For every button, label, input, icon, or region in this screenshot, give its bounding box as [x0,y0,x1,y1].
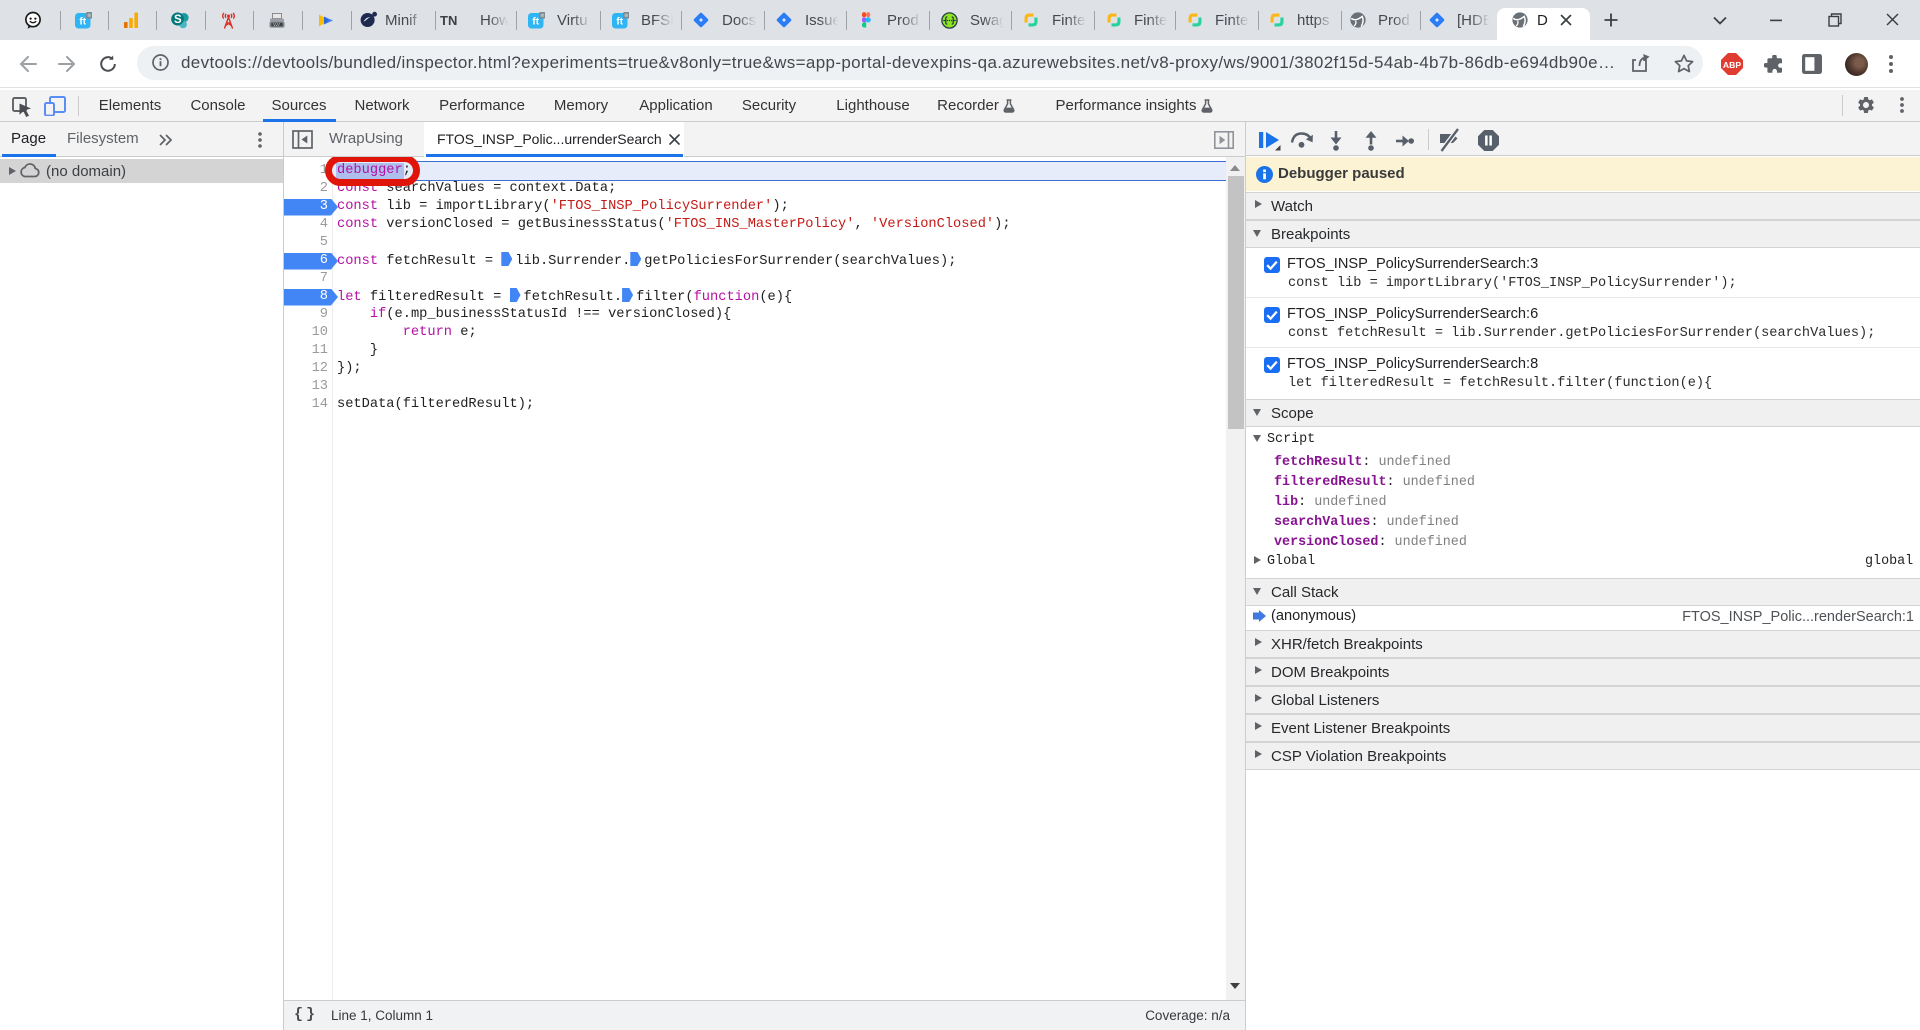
svg-text:S: S [174,14,182,26]
svg-text:ABP: ABP [1723,60,1741,70]
svg-text:ft: ft [532,16,539,27]
svg-text:ft: ft [616,16,623,27]
svg-text:TN: TN [440,13,457,28]
svg-text:ft: ft [79,16,86,27]
